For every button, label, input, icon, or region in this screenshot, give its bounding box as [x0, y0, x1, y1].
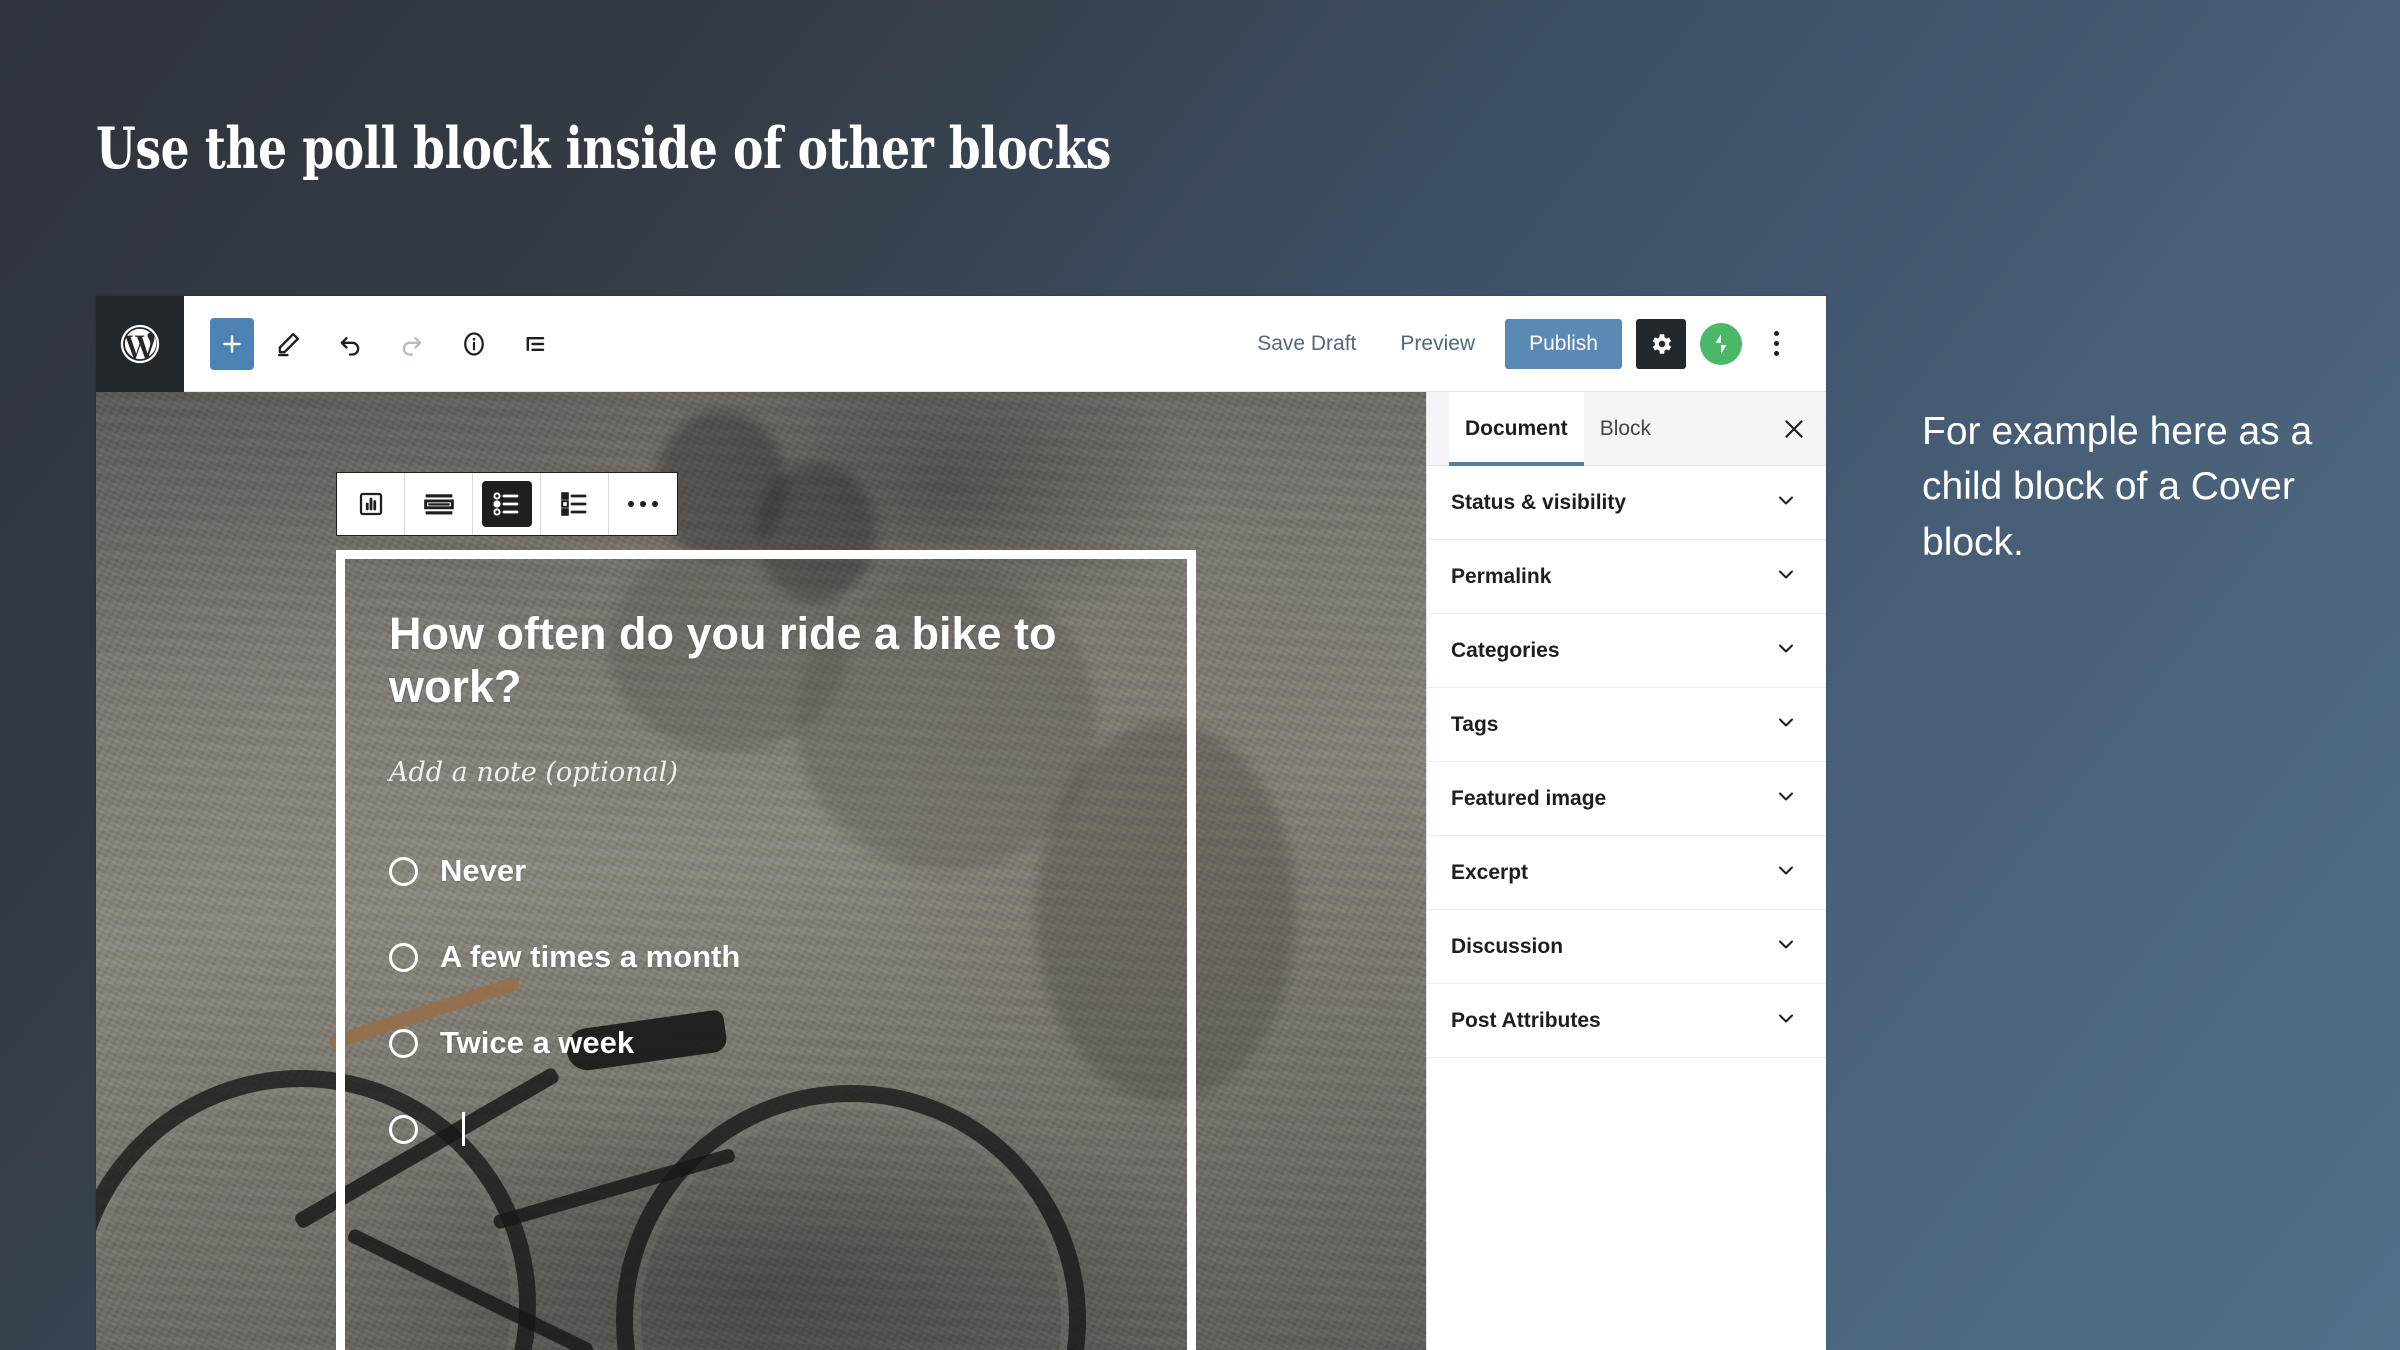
editor-header: Save Draft Preview Publish: [96, 296, 1826, 392]
tab-block[interactable]: Block: [1584, 392, 1667, 466]
chevron-down-icon: [1774, 636, 1798, 665]
sidebar-panel-label: Tags: [1451, 712, 1499, 736]
poll-option[interactable]: Never: [389, 828, 1143, 914]
poll-option[interactable]: Twice a week: [389, 1000, 1143, 1086]
radio-icon[interactable]: [389, 1028, 418, 1058]
sidebar-panel-label: Featured image: [1451, 786, 1607, 810]
sidebar-panel-post-attributes[interactable]: Post Attributes: [1427, 984, 1826, 1058]
poll-block[interactable]: How often do you ride a bike to work? Ad…: [336, 550, 1196, 1350]
sidebar-panel-label: Categories: [1451, 638, 1560, 662]
add-block-button[interactable]: [210, 317, 254, 370]
sidebar-panel-label: Excerpt: [1451, 860, 1529, 884]
close-icon[interactable]: [1762, 392, 1826, 466]
chevron-down-icon: [1774, 710, 1798, 739]
undo-button[interactable]: [322, 316, 378, 372]
settings-sidebar: Document Block Status & visibility Perma…: [1426, 391, 1826, 1350]
sidebar-panel-label: Permalink: [1451, 564, 1552, 588]
poll-option-label: Twice a week: [440, 1025, 635, 1061]
chevron-down-icon: [1774, 932, 1798, 961]
sidebar-panel-featured-image[interactable]: Featured image: [1427, 762, 1826, 836]
poll-option-label: A few times a month: [440, 939, 741, 975]
poll-option-label: Never: [440, 853, 527, 889]
text-cursor: [462, 1112, 465, 1147]
sidebar-panel-discussion[interactable]: Discussion: [1427, 910, 1826, 984]
chevron-down-icon: [1774, 784, 1798, 813]
publish-button[interactable]: Publish: [1505, 318, 1622, 369]
radio-icon[interactable]: [389, 856, 418, 886]
sidebar-panel-label: Discussion: [1451, 934, 1564, 958]
more-options-icon[interactable]: [609, 473, 677, 535]
checkbox-list-style-icon[interactable]: [541, 473, 609, 535]
poll-options-list: Never A few times a month Twice a week: [389, 828, 1143, 1172]
details-info-button[interactable]: [446, 316, 502, 372]
editor-toolbar: [184, 316, 564, 372]
poll-note-placeholder[interactable]: Add a note (optional): [389, 757, 1143, 788]
redo-button[interactable]: [384, 316, 440, 372]
chevron-down-icon: [1774, 488, 1798, 517]
tab-document[interactable]: Document: [1449, 391, 1584, 466]
editor-header-actions: Save Draft Preview Publish: [1235, 318, 1826, 369]
wordpress-editor-window: Save Draft Preview Publish How often do …: [96, 296, 1826, 1350]
page-title: Use the poll block inside of other block…: [96, 115, 1112, 182]
preview-button[interactable]: Preview: [1378, 320, 1497, 368]
list-view-button[interactable]: [508, 316, 564, 372]
poll-option[interactable]: A few times a month: [389, 914, 1143, 1000]
sidebar-panel-label: Status & visibility: [1451, 490, 1627, 514]
radio-icon[interactable]: [389, 942, 418, 972]
tools-pencil-button[interactable]: [260, 316, 316, 372]
sidebar-panel-status-visibility[interactable]: Status & visibility: [1427, 466, 1826, 540]
chevron-down-icon: [1774, 858, 1798, 887]
block-toolbar: [336, 472, 678, 536]
poll-option-empty[interactable]: [389, 1086, 1143, 1172]
sidebar-panel-tags[interactable]: Tags: [1427, 688, 1826, 762]
radio-icon[interactable]: [389, 1114, 418, 1144]
sidebar-panel-permalink[interactable]: Permalink: [1427, 540, 1826, 614]
chevron-down-icon: [1774, 562, 1798, 591]
sidebar-panel-label: Post Attributes: [1451, 1008, 1601, 1032]
slide-caption: For example here as a child block of a C…: [1922, 410, 2313, 564]
gear-icon[interactable]: [1636, 318, 1686, 369]
sidebar-panel-excerpt[interactable]: Excerpt: [1427, 836, 1826, 910]
editor-body: How often do you ride a bike to work? Ad…: [96, 391, 1826, 1350]
editor-canvas[interactable]: How often do you ride a bike to work? Ad…: [96, 392, 1426, 1350]
save-draft-button[interactable]: Save Draft: [1235, 320, 1378, 368]
sidebar-panel-categories[interactable]: Categories: [1427, 614, 1826, 688]
poll-question[interactable]: How often do you ride a bike to work?: [389, 607, 1089, 713]
cover-block-icon[interactable]: [405, 473, 473, 535]
more-options-icon[interactable]: [1752, 319, 1800, 369]
jetpack-icon[interactable]: [1700, 322, 1742, 365]
wordpress-logo[interactable]: [96, 296, 184, 392]
sidebar-tabs: Document Block: [1427, 391, 1826, 466]
chevron-down-icon: [1774, 1006, 1798, 1035]
poll-block-icon[interactable]: [337, 473, 405, 535]
radio-list-style-icon[interactable]: [473, 473, 541, 535]
